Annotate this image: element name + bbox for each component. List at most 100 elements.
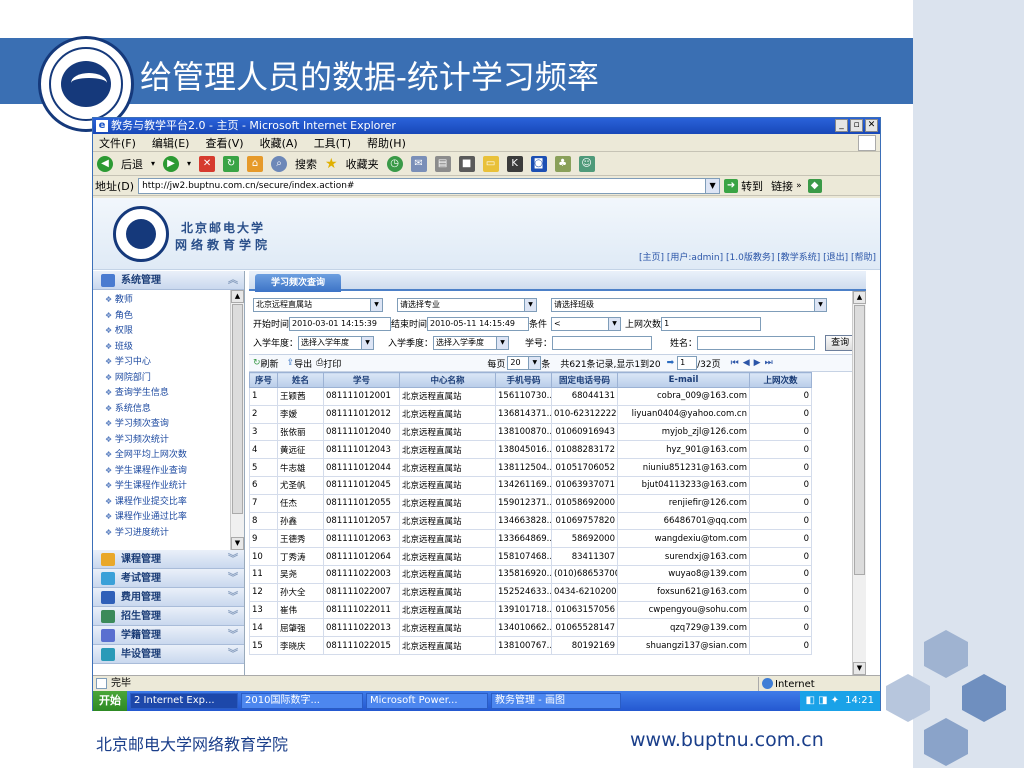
expand-icon[interactable]: ︾ [228,645,238,664]
sidebar-item-system-info[interactable]: ❖ 系统信息 [93,401,244,417]
research-icon[interactable]: ♣ [554,155,571,172]
major-select[interactable]: 请选择专业 ▼ [397,297,537,312]
sidebar-item-pass-rate[interactable]: ❖ 课程作业通过比率 [93,509,244,525]
expand-icon[interactable]: ︾ [228,550,238,569]
expand-icon[interactable]: ︾ [228,588,238,607]
sidebar-item-average-visits[interactable]: ❖ 全网平均上网次数 [93,447,244,463]
col-header[interactable]: 学号 [323,372,400,388]
sidebar-section-exam[interactable]: 考试管理 ︾ [93,569,244,588]
per-page-select[interactable]: 20 ▼ [507,356,542,370]
export-button[interactable]: 导出 [294,357,312,370]
search-button[interactable]: 搜索 [295,156,317,172]
sidebar-item-frequency-stats[interactable]: ❖ 学习频次统计 [93,432,244,448]
refresh-icon[interactable]: ↻ [223,155,240,172]
sidebar-item-teacher[interactable]: ❖ 教师 [93,292,244,308]
dropdown-icon[interactable]: ▼ [370,298,382,311]
print-button[interactable]: 打印 [323,357,341,370]
footer-url[interactable]: www.buptnu.com.cn [630,729,824,751]
visit-count-input[interactable]: 1 [661,316,762,331]
sidebar-item-department[interactable]: ❖ 网院部门 [93,370,244,386]
menu-help[interactable]: 帮助(H) [367,135,406,151]
scroll-thumb[interactable] [854,305,865,575]
student-name-input[interactable] [697,335,816,350]
query-button[interactable]: 查询 [825,334,856,351]
sidebar-item-class[interactable]: ❖ 班级 [93,339,244,355]
folder-icon[interactable]: ▭ [482,155,499,172]
end-time-input[interactable]: 2010-05-11 14:15:49 [427,316,530,331]
sidebar-item-frequency-query[interactable]: ❖ 学习频次查询 [93,416,244,432]
menu-edit[interactable]: 编辑(E) [152,135,190,151]
dropdown-icon[interactable]: ▼ [814,298,826,311]
sidebar-item-homework-query[interactable]: ❖ 学生课程作业查询 [93,463,244,479]
task-powerpoint[interactable]: Microsoft Power... [366,693,488,709]
export-icon[interactable]: ⇪ [287,358,295,368]
sidebar-section-course[interactable]: 课程管理 ︾ [93,550,244,569]
scroll-up-icon[interactable]: ▲ [853,291,866,304]
refresh-button[interactable]: 刷新 [261,357,279,370]
main-scrollbar[interactable]: ▲ ▼ [852,291,866,675]
table-row[interactable]: 11 吴尧 081111022003 北京远程直属站 135816920... (010)… [249,564,812,584]
sidebar-section-record[interactable]: 学籍管理 ︾ [93,626,244,645]
address-input[interactable]: http://jw2.buptnu.com.cn/secure/index.ac… [138,177,721,194]
table-row[interactable]: 1 王颖茜 081111012001 北京远程直属站 156110730... 68044… [249,387,812,406]
task-ie[interactable]: 2 Internet Exp... [130,693,238,709]
table-row[interactable]: 2 李嫒 081111012012 北京远程直属站 136814371... 010-62… [249,404,812,424]
sidebar-scrollbar[interactable]: ▲ ▼ [230,290,244,550]
word-icon[interactable]: K [506,155,523,172]
plugin-icon[interactable]: ◆ [807,178,822,193]
table-row[interactable]: 10 丁秀涛 081111012064 北京远程直属站 158107468... 8341… [249,547,812,566]
sidebar-item-progress-stats[interactable]: ❖ 学习进度统计 [93,525,244,541]
year-select[interactable]: 选择入学年度 ▼ [298,335,375,350]
sidebar-item-permission[interactable]: ❖ 权限 [93,323,244,339]
page-input[interactable]: 1 [677,356,698,370]
table-row[interactable]: 7 任杰 081111012055 北京远程直属站 159012371... 010586… [249,493,812,513]
favorites-button[interactable]: 收藏夹 [346,156,379,172]
dropdown-icon[interactable]: ▼ [361,336,374,349]
dropdown-icon[interactable]: ▼ [608,317,621,330]
home-icon[interactable]: ⌂ [247,155,264,172]
task-folder[interactable]: 2010国际数字... [241,693,363,709]
season-select[interactable]: 选择入学季度 ▼ [433,335,510,350]
dropdown-icon[interactable]: ▼ [528,357,541,369]
goto-page-icon[interactable]: ➡ [667,358,675,368]
go-button[interactable]: ➜ 转到 [724,178,763,194]
col-header[interactable]: 固定电话号码 [551,372,618,388]
print-icon[interactable]: ⎙ [316,358,323,368]
first-page-icon[interactable]: ⏮ [731,358,739,368]
col-header[interactable]: E-mail [617,372,750,388]
next-page-icon[interactable]: ▶ [754,358,761,368]
dropdown-icon[interactable]: ▼ [496,336,509,349]
task-paint[interactable]: 教务管理 - 画图 [491,693,621,709]
table-row[interactable]: 12 孙大全 081111022007 北京远程直属站 152524633... 0434… [249,582,812,602]
sidebar-item-student-query[interactable]: ❖ 查询学生信息 [93,385,244,401]
table-row[interactable]: 13 崔伟 081111022011 北京远程直属站 139101718... 01063… [249,600,812,620]
menu-view[interactable]: 查看(V) [205,135,243,151]
menu-favorites[interactable]: 收藏(A) [260,135,298,151]
print-icon[interactable]: ▤ [434,155,451,172]
mail-icon[interactable]: ✉ [410,155,427,172]
tab-frequency-query[interactable]: 学习频次查询 [255,274,341,292]
close-button[interactable]: ✕ [865,119,878,132]
scroll-thumb[interactable] [232,304,243,514]
col-header[interactable]: 上网次数 [749,372,812,388]
minimize-button[interactable]: _ [835,119,848,132]
edit-icon[interactable]: ■ [458,155,475,172]
links-chevron-icon[interactable]: » [796,181,802,191]
back-arrow-icon[interactable]: ◀ [97,155,113,172]
col-header[interactable]: 手机号码 [495,372,552,388]
back-button[interactable]: 后退 [121,156,143,172]
table-row[interactable]: 9 王德秀 081111012063 北京远程直属站 133664869... 58692… [249,529,812,549]
class-select[interactable]: 请选择班级 ▼ [551,297,827,312]
menu-tools[interactable]: 工具(T) [314,135,351,151]
col-header[interactable]: 序号 [249,372,278,388]
menu-file[interactable]: 文件(F) [99,135,136,151]
sidebar-section-system[interactable]: 系统管理 ︽ [93,271,244,290]
sidebar-item-submit-rate[interactable]: ❖ 课程作业提交比率 [93,494,244,510]
address-dropdown-icon[interactable]: ▼ [705,178,720,193]
forward-dropdown-icon[interactable]: ▾ [187,159,191,168]
start-time-input[interactable]: 2010-03-01 14:15:39 [289,316,392,331]
favorites-star-icon[interactable]: ★ [325,156,338,172]
search-icon[interactable]: ⌕ [271,155,288,172]
messenger-icon[interactable]: ☺ [578,155,595,172]
sidebar-item-homework-stats[interactable]: ❖ 学生课程作业统计 [93,478,244,494]
